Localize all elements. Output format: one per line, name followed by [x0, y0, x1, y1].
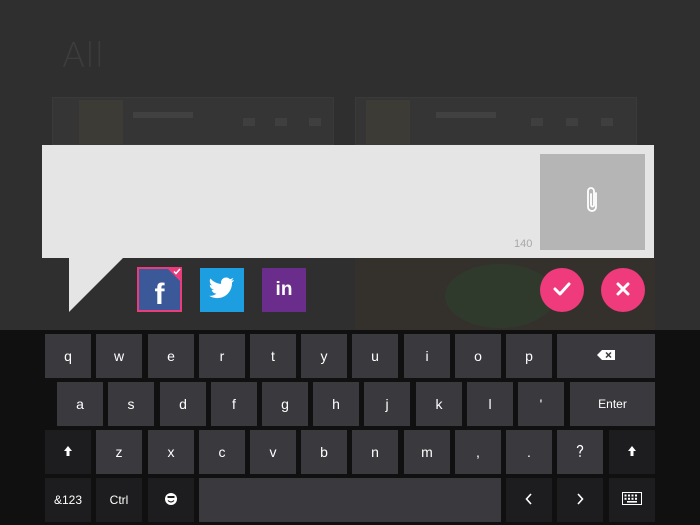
- right-arrow-key[interactable]: [557, 478, 603, 522]
- selected-check-badge: [166, 267, 182, 283]
- chevron-right-icon: [576, 492, 584, 508]
- character-counter: 140: [514, 238, 533, 250]
- twitter-toggle[interactable]: [200, 268, 244, 312]
- left-arrow-key[interactable]: [506, 478, 552, 522]
- backspace-icon: [596, 348, 616, 364]
- key-e[interactable]: e: [148, 334, 194, 378]
- smiley-icon: [164, 492, 178, 509]
- background-title: All: [62, 36, 105, 76]
- space-key[interactable]: [199, 478, 501, 522]
- numbers-symbols-key[interactable]: &123: [45, 478, 91, 522]
- key-l[interactable]: l: [467, 382, 513, 426]
- key-y[interactable]: y: [301, 334, 347, 378]
- question-mark-icon: [576, 444, 584, 461]
- key-o[interactable]: o: [455, 334, 501, 378]
- key-question-mark[interactable]: [557, 430, 603, 474]
- background-thumbnail: [366, 100, 410, 144]
- key-period[interactable]: .: [506, 430, 552, 474]
- background-icon: [601, 118, 613, 126]
- key-w[interactable]: w: [96, 334, 142, 378]
- key-a[interactable]: a: [57, 382, 103, 426]
- background-thumbnail: [79, 100, 123, 144]
- shift-key-left[interactable]: [45, 430, 91, 474]
- background-icon: [243, 118, 255, 126]
- paperclip-icon: [586, 186, 600, 218]
- key-k[interactable]: k: [416, 382, 462, 426]
- background-icon: [309, 118, 321, 126]
- cancel-button[interactable]: [601, 268, 645, 312]
- key-c[interactable]: c: [199, 430, 245, 474]
- key-comma[interactable]: ,: [455, 430, 501, 474]
- key-j[interactable]: j: [364, 382, 410, 426]
- close-icon: [616, 281, 630, 300]
- background-icon: [531, 118, 543, 126]
- background-text-line: [133, 112, 193, 118]
- key-r[interactable]: r: [199, 334, 245, 378]
- key-u[interactable]: u: [352, 334, 398, 378]
- key-h[interactable]: h: [313, 382, 359, 426]
- shift-arrow-icon: [63, 444, 73, 460]
- key-v[interactable]: v: [250, 430, 296, 474]
- key-t[interactable]: t: [250, 334, 296, 378]
- twitter-icon: [209, 277, 235, 303]
- keyboard-layout-key[interactable]: [609, 478, 655, 522]
- backspace-key[interactable]: [557, 334, 655, 378]
- background-icon: [275, 118, 287, 126]
- ctrl-key[interactable]: Ctrl: [96, 478, 142, 522]
- linkedin-toggle[interactable]: in: [262, 268, 306, 312]
- key-m[interactable]: m: [404, 430, 450, 474]
- facebook-icon: f: [154, 277, 165, 311]
- background-card: [52, 97, 334, 145]
- shift-key-right[interactable]: [609, 430, 655, 474]
- enter-key[interactable]: Enter: [570, 382, 655, 426]
- linkedin-icon: in: [275, 279, 293, 300]
- background-image-shape: [445, 264, 555, 328]
- facebook-toggle[interactable]: f: [137, 267, 182, 312]
- share-text-input[interactable]: [52, 153, 532, 243]
- background-icon: [566, 118, 578, 126]
- key-n[interactable]: n: [352, 430, 398, 474]
- key-f[interactable]: f: [211, 382, 257, 426]
- key-d[interactable]: d: [160, 382, 206, 426]
- key-z[interactable]: z: [96, 430, 142, 474]
- key-p[interactable]: p: [506, 334, 552, 378]
- key-x[interactable]: x: [148, 430, 194, 474]
- keyboard-icon: [622, 492, 642, 508]
- key-q[interactable]: q: [45, 334, 91, 378]
- key-i[interactable]: i: [404, 334, 450, 378]
- chevron-left-icon: [525, 492, 533, 508]
- key-s[interactable]: s: [108, 382, 154, 426]
- key-b[interactable]: b: [301, 430, 347, 474]
- background-text-line: [436, 112, 496, 118]
- touch-keyboard: q w e r t y u i o p a s d f g h j k l ' …: [0, 330, 700, 525]
- checkmark-icon: [553, 281, 571, 300]
- background-card: [355, 97, 637, 145]
- shift-arrow-icon: [627, 444, 637, 460]
- attach-button[interactable]: [540, 154, 645, 250]
- post-button[interactable]: [540, 268, 584, 312]
- key-apostrophe[interactable]: ': [518, 382, 564, 426]
- emoji-key[interactable]: [148, 478, 194, 522]
- key-g[interactable]: g: [262, 382, 308, 426]
